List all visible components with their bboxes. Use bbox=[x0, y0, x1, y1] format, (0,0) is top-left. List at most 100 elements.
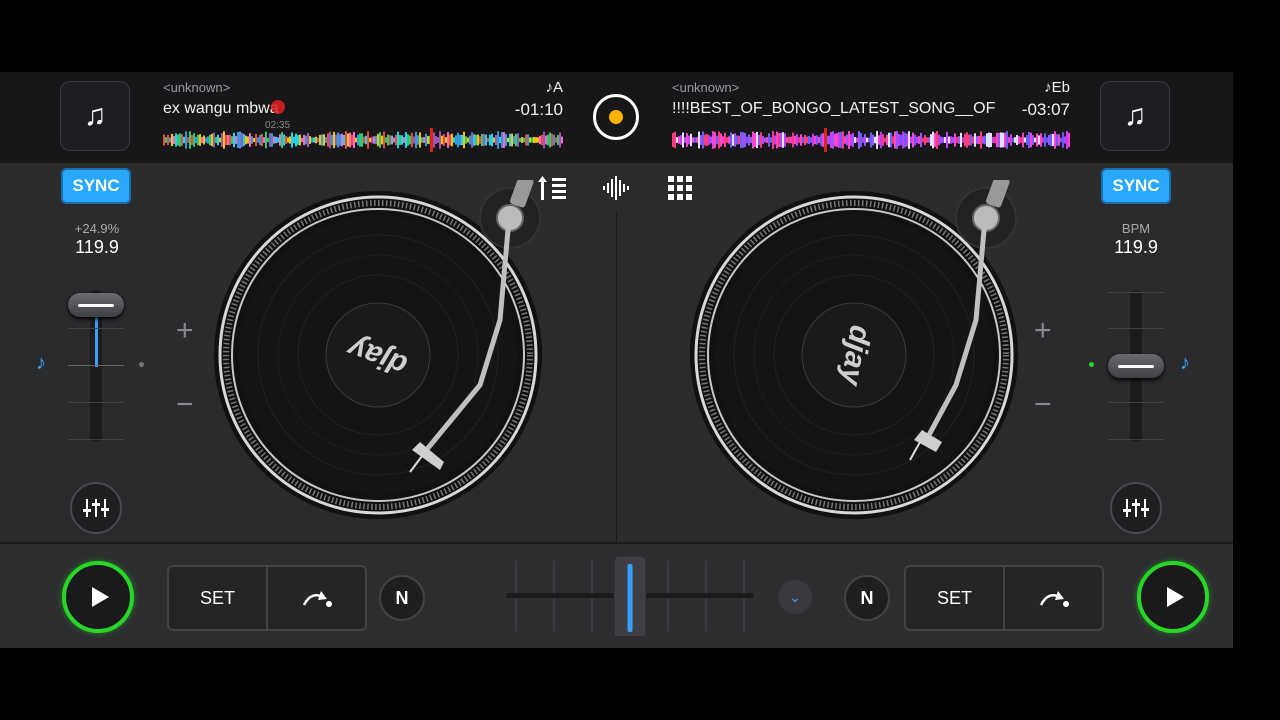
waveform-bar bbox=[509, 133, 511, 147]
waveform-bar bbox=[1052, 133, 1054, 147]
djay-app: ♫ <unknown> ex wangu mbwa 02:35 ♪A -01:1… bbox=[0, 72, 1233, 648]
right-set-cue-button[interactable]: SET bbox=[906, 567, 1005, 629]
waveform-bar bbox=[367, 131, 369, 149]
waveform-bar bbox=[213, 132, 215, 148]
waveform-bar bbox=[814, 135, 816, 145]
left-play-button[interactable] bbox=[62, 561, 134, 633]
waveform-bar bbox=[513, 135, 515, 145]
right-minus-button[interactable]: − bbox=[1034, 388, 1052, 422]
waveform-bar bbox=[858, 131, 860, 149]
waveform-bar bbox=[537, 137, 539, 143]
waveform-bar bbox=[403, 137, 405, 143]
waveform-bar bbox=[231, 136, 233, 144]
waveform-icon[interactable] bbox=[601, 176, 633, 200]
waveform-bar bbox=[876, 131, 878, 149]
waveform-bar bbox=[337, 132, 339, 148]
mixer-expand-button[interactable]: ⌄ bbox=[778, 580, 812, 614]
waveform-bar bbox=[415, 131, 417, 149]
waveform-bar bbox=[411, 132, 413, 148]
waveform-bar bbox=[517, 133, 519, 147]
left-library-button[interactable]: ♫ bbox=[60, 81, 130, 151]
waveform-bar bbox=[820, 134, 822, 146]
waveform-bar bbox=[700, 135, 702, 145]
waveform-bar bbox=[487, 137, 489, 143]
waveform-bar bbox=[704, 134, 706, 146]
right-cue-jump-button[interactable] bbox=[1005, 567, 1102, 629]
right-waveform-overview[interactable] bbox=[672, 128, 1070, 152]
waveform-bar bbox=[331, 134, 333, 146]
crossfader-handle[interactable] bbox=[613, 556, 647, 636]
waveform-bar bbox=[485, 134, 487, 146]
right-sync-button[interactable]: SYNC bbox=[1101, 168, 1171, 204]
waveform-bar bbox=[335, 134, 337, 146]
left-track-info[interactable]: <unknown> ex wangu mbwa 02:35 ♪A -01:10 bbox=[163, 78, 563, 158]
waveform-bar bbox=[435, 136, 437, 144]
chevron-down-icon: ⌄ bbox=[789, 588, 801, 605]
right-n-button[interactable]: N bbox=[844, 575, 890, 621]
right-turntable[interactable]: djay bbox=[684, 180, 1034, 530]
waveform-bar bbox=[866, 137, 868, 143]
waveform-bar bbox=[980, 131, 982, 149]
waveform-bar bbox=[373, 136, 375, 144]
crossfader[interactable] bbox=[506, 556, 754, 636]
waveform-bar bbox=[355, 137, 357, 143]
left-n-button[interactable]: N bbox=[379, 575, 425, 621]
left-eq-button[interactable] bbox=[70, 482, 122, 534]
waveform-bar bbox=[505, 134, 507, 146]
deck-divider bbox=[616, 212, 617, 542]
left-turntable[interactable]: djay bbox=[208, 180, 558, 530]
right-title: !!!!BEST_OF_BONGO_LATEST_SONG__OF bbox=[672, 100, 996, 117]
waveform-bar bbox=[281, 132, 283, 148]
waveform-bar bbox=[770, 137, 772, 143]
record-button[interactable] bbox=[593, 94, 639, 140]
right-eq-button[interactable] bbox=[1110, 482, 1162, 534]
left-minus-button[interactable]: − bbox=[176, 388, 194, 422]
playhead-marker bbox=[430, 128, 433, 152]
waveform-bar bbox=[692, 137, 694, 143]
waveform-bar bbox=[285, 136, 287, 144]
waveform-bar bbox=[183, 136, 185, 144]
waveform-bar bbox=[890, 132, 892, 148]
waveform-bar bbox=[295, 133, 297, 147]
left-key-lock-icon[interactable]: ♪ bbox=[36, 352, 46, 375]
playhead-marker bbox=[824, 128, 827, 152]
waveform-bar bbox=[746, 136, 748, 144]
waveform-bar bbox=[235, 136, 237, 144]
waveform-bar bbox=[549, 132, 551, 148]
waveform-bar bbox=[1000, 132, 1002, 148]
left-cue-jump-button[interactable] bbox=[268, 567, 365, 629]
waveform-bar bbox=[818, 136, 820, 144]
right-library-button[interactable]: ♫ bbox=[1100, 81, 1170, 151]
waveform-bar bbox=[501, 132, 503, 148]
waveform-bar bbox=[732, 134, 734, 146]
right-pitch-handle[interactable] bbox=[1108, 354, 1164, 378]
right-play-button[interactable] bbox=[1137, 561, 1209, 633]
left-waveform-overview[interactable] bbox=[163, 128, 563, 152]
waveform-bar bbox=[313, 137, 315, 143]
waveform-bar bbox=[928, 137, 930, 143]
waveform-bar bbox=[439, 131, 441, 149]
waveform-bar bbox=[369, 137, 371, 143]
right-track-info[interactable]: <unknown> !!!!BEST_OF_BONGO_LATEST_SONG_… bbox=[672, 78, 1070, 158]
left-key: ♪A bbox=[545, 79, 563, 96]
waveform-bar bbox=[557, 135, 559, 145]
right-key-lock-icon[interactable]: ♪ bbox=[1180, 352, 1190, 375]
waveform-bar bbox=[275, 136, 277, 144]
waveform-bar bbox=[353, 131, 355, 149]
waveform-bar bbox=[177, 134, 179, 146]
left-sync-button[interactable]: SYNC bbox=[61, 168, 131, 204]
left-pitch-handle[interactable] bbox=[68, 293, 124, 317]
waveform-bar bbox=[553, 134, 555, 146]
waveform-bar bbox=[221, 133, 223, 147]
waveform-bar bbox=[834, 133, 836, 147]
waveform-bar bbox=[515, 133, 517, 147]
waveform-bar bbox=[710, 136, 712, 144]
waveform-bar bbox=[722, 136, 724, 144]
right-plus-button[interactable]: + bbox=[1034, 314, 1052, 348]
waveform-bar bbox=[1034, 137, 1036, 143]
left-set-cue-button[interactable]: SET bbox=[169, 567, 268, 629]
waveform-bar bbox=[688, 135, 690, 145]
left-plus-button[interactable]: + bbox=[176, 314, 194, 348]
waveform-bar bbox=[319, 134, 321, 146]
waveform-bar bbox=[706, 133, 708, 147]
